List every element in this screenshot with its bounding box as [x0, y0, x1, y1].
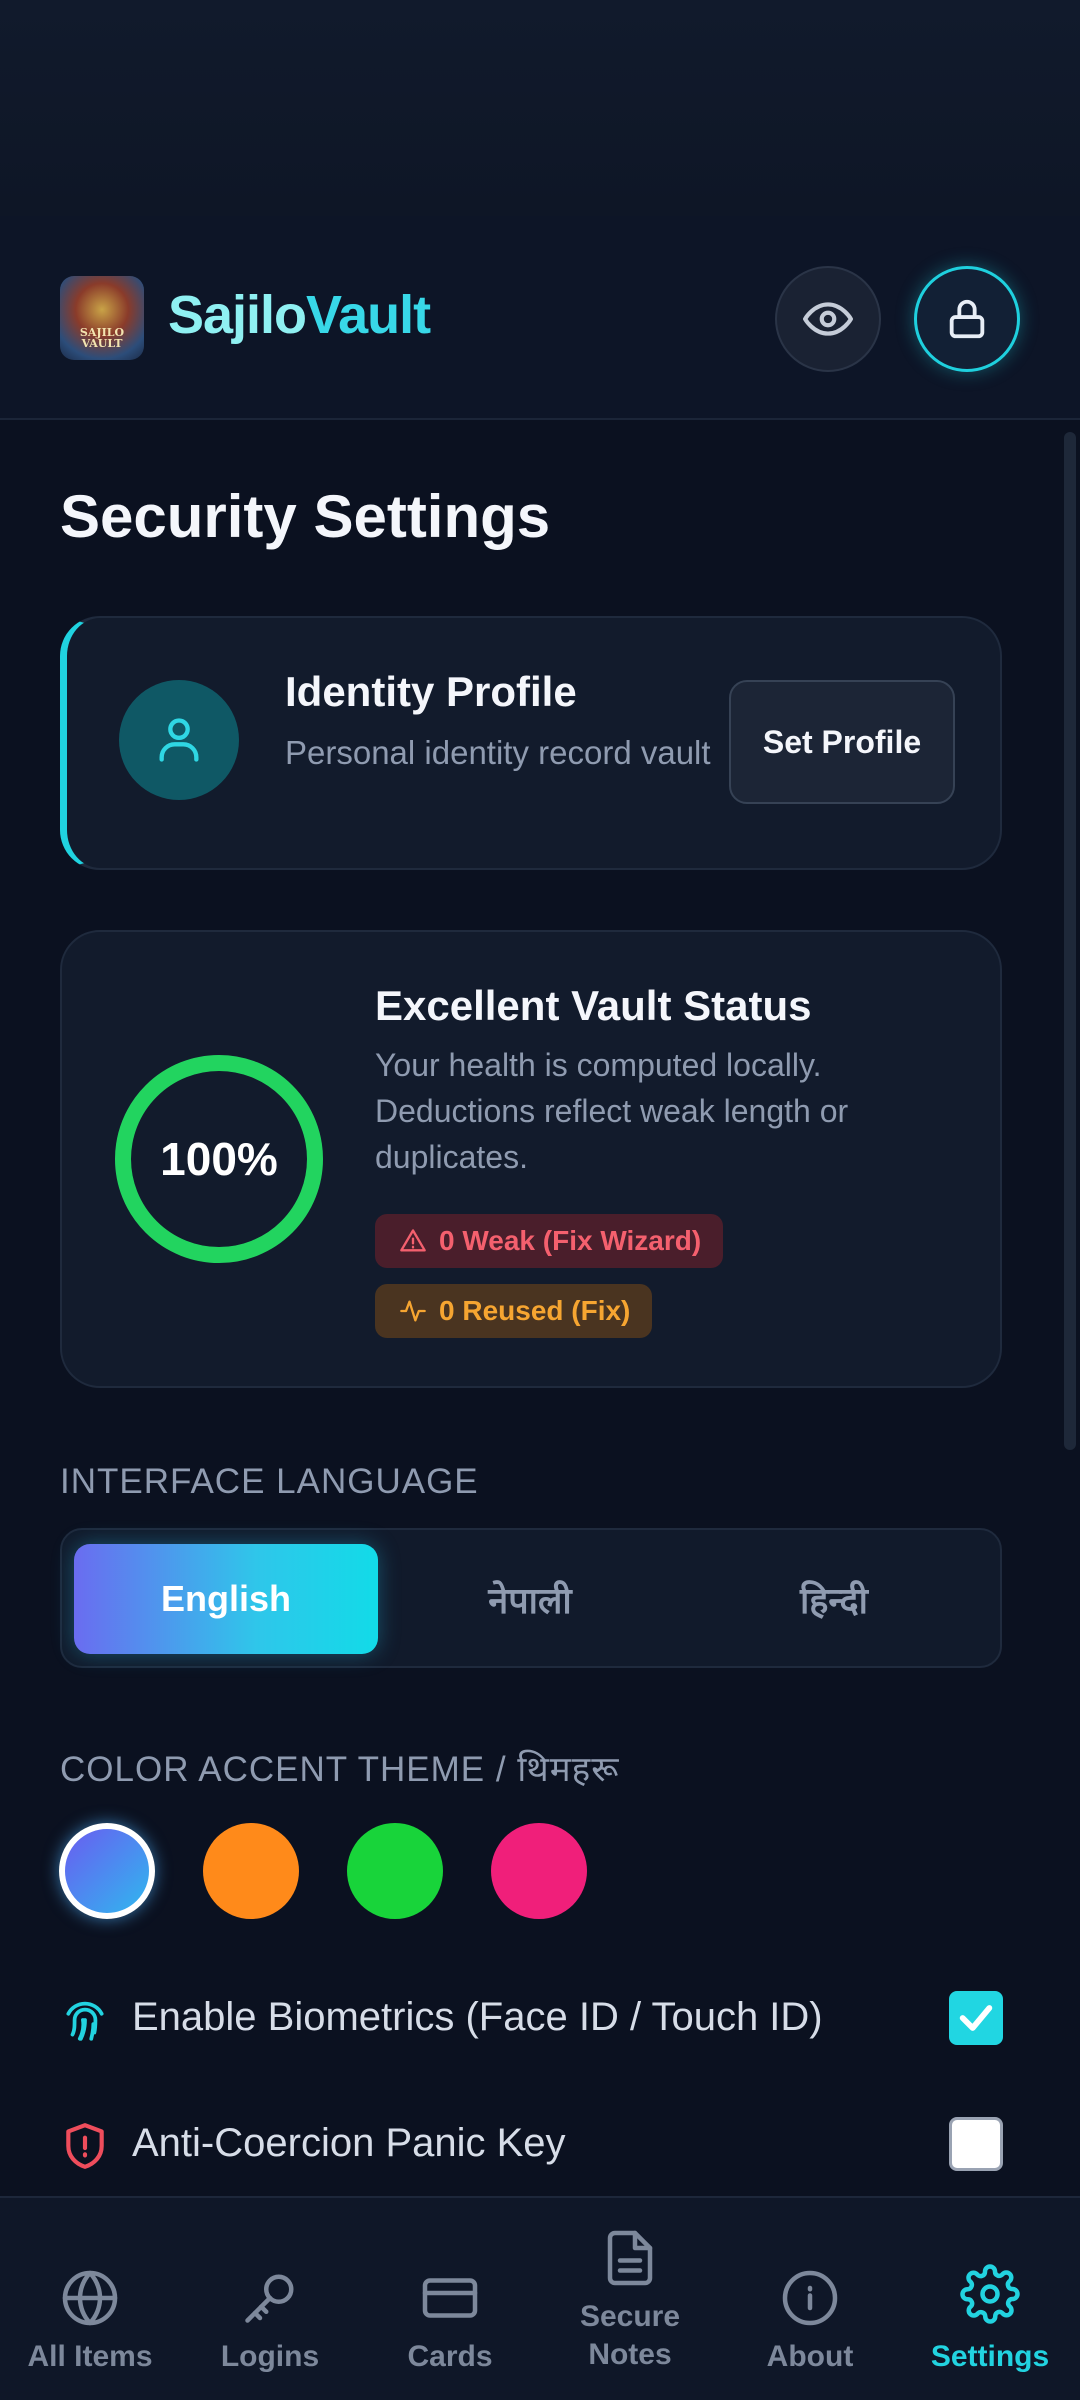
- user-icon: [159, 718, 199, 762]
- app-title-part1: Sajilo: [168, 285, 307, 345]
- gear-icon: [960, 2264, 1020, 2324]
- reused-passwords-badge[interactable]: 0 Reused (Fix): [375, 1284, 653, 1338]
- shield-alert-icon: [66, 2123, 104, 2169]
- language-section-label: INTERFACE LANGUAGE: [60, 1462, 479, 1501]
- language-selector: English नेपाली हिन्दी: [60, 1528, 1002, 1668]
- nav-label-all-items: All Items: [27, 2340, 153, 2373]
- warning-icon: [400, 1229, 426, 1252]
- nav-settings[interactable]: Settings: [900, 2198, 1080, 2400]
- app-title: SajiloVault: [168, 284, 431, 346]
- nav-label-logins: Logins: [220, 2340, 320, 2373]
- identity-profile-title: Identity Profile: [285, 668, 577, 715]
- health-status-description: Your health is computed locally. Deducti…: [375, 1047, 849, 1175]
- language-option-hindi[interactable]: हिन्दी: [682, 1544, 986, 1654]
- toggle-visibility-button[interactable]: [775, 266, 881, 372]
- theme-swatch-blue[interactable]: [59, 1823, 155, 1919]
- biometrics-toggle-row[interactable]: Enable Biometrics (Face ID / Touch ID): [60, 1989, 1003, 2049]
- set-profile-button[interactable]: Set Profile: [729, 680, 955, 804]
- key-icon: [245, 2274, 294, 2323]
- theme-swatch-orange[interactable]: [203, 1823, 299, 1919]
- credit-card-icon: [422, 2278, 478, 2318]
- weak-passwords-label: 0 Weak (Fix Wizard): [439, 1225, 702, 1256]
- panic-key-checkbox[interactable]: [949, 2117, 1003, 2171]
- nav-about[interactable]: About: [720, 2198, 900, 2400]
- avatar: [119, 680, 239, 800]
- checkmark-icon: [959, 2005, 993, 2031]
- theme-section-label: COLOR ACCENT THEME / थिमहरू: [60, 1750, 620, 1789]
- language-option-nepali[interactable]: नेपाली: [378, 1544, 682, 1654]
- panic-key-toggle-row[interactable]: Anti-Coercion Panic Key: [60, 2115, 1003, 2175]
- scrollbar[interactable]: [1064, 432, 1076, 1450]
- bottom-navigation: All Items Logins Cards Secure Notes Abou…: [0, 2196, 1080, 2400]
- fingerprint-icon: [66, 2001, 104, 2041]
- status-bar-area: [0, 0, 1080, 216]
- theme-swatch-pink[interactable]: [491, 1823, 587, 1919]
- theme-swatch-green[interactable]: [347, 1823, 443, 1919]
- reused-passwords-label: 0 Reused (Fix): [439, 1295, 631, 1326]
- nav-secure-notes[interactable]: Secure Notes: [540, 2198, 720, 2400]
- globe-icon: [62, 2270, 118, 2326]
- info-icon: [782, 2270, 838, 2326]
- biometrics-checkbox[interactable]: [949, 1991, 1003, 2045]
- app-header: SAJILO VAULT SajiloVault: [0, 216, 1080, 420]
- eye-icon: [803, 302, 853, 336]
- nav-cards[interactable]: Cards: [360, 2198, 540, 2400]
- page-title: Security Settings: [60, 483, 551, 550]
- app-title-part2: Vault: [306, 285, 431, 345]
- pulse-icon: [400, 1300, 426, 1322]
- vault-health-card: 100% Excellent Vault Status Your health …: [60, 930, 1002, 1388]
- health-score-label: 100%: [160, 1133, 278, 1185]
- nav-label-settings: Settings: [930, 2340, 1050, 2373]
- document-icon: [607, 2230, 653, 2286]
- nav-logins[interactable]: Logins: [180, 2198, 360, 2400]
- lock-icon: [949, 299, 985, 339]
- language-option-english[interactable]: English: [74, 1544, 378, 1654]
- identity-profile-card: Identity Profile Personal identity recor…: [60, 616, 1002, 870]
- biometrics-label: Enable Biometrics (Face ID / Touch ID): [132, 1995, 823, 2039]
- nav-label-about: About: [766, 2340, 854, 2373]
- identity-profile-subtitle: Personal identity record vault: [285, 734, 711, 771]
- nav-label-secure-notes: Secure Notes: [579, 2300, 681, 2371]
- health-status-title: Excellent Vault Status: [375, 982, 812, 1029]
- nav-label-cards: Cards: [407, 2340, 493, 2373]
- weak-passwords-badge[interactable]: 0 Weak (Fix Wizard): [375, 1214, 724, 1268]
- lock-vault-button[interactable]: [914, 266, 1020, 372]
- nav-all-items[interactable]: All Items: [0, 2198, 180, 2400]
- logo-text: SAJILO VAULT: [79, 326, 125, 350]
- panic-key-label: Anti-Coercion Panic Key: [132, 2121, 566, 2165]
- app-logo: SAJILO VAULT: [60, 276, 144, 360]
